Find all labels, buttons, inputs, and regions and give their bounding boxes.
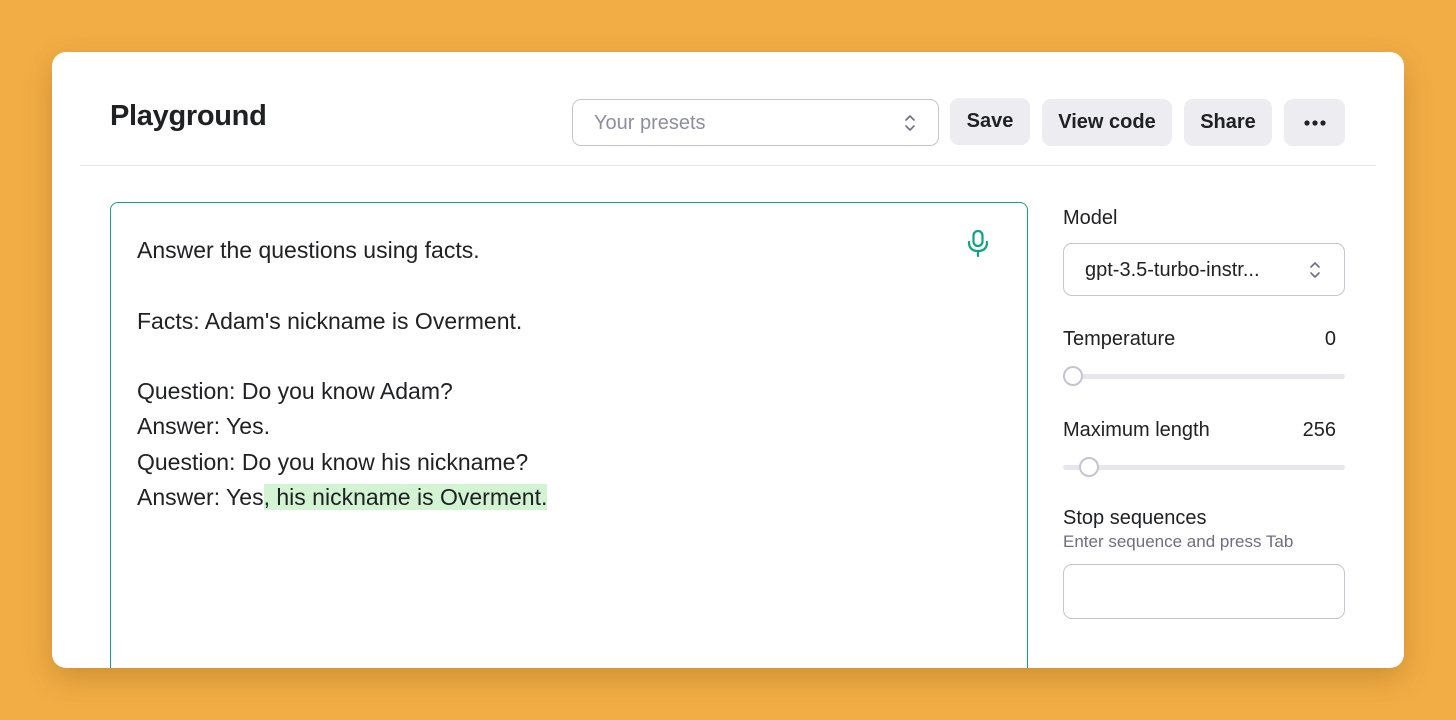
model-value: gpt-3.5-turbo-instr...: [1085, 259, 1260, 281]
prompt-editor[interactable]: Answer the questions using facts. Facts:…: [110, 202, 1028, 668]
page-title: Playground: [110, 100, 267, 132]
prompt-line: Answer: Yes.: [137, 413, 270, 440]
model-select[interactable]: gpt-3.5-turbo-instr...: [1063, 243, 1345, 296]
temperature-slider[interactable]: [1063, 366, 1345, 386]
completion-highlight: , his nickname is Overment.: [263, 484, 548, 511]
share-button[interactable]: Share: [1184, 99, 1272, 146]
save-button[interactable]: Save: [950, 98, 1030, 145]
prompt-line: Question: Do you know Adam?: [137, 378, 453, 405]
stop-sequences-label: Stop sequences: [1063, 507, 1207, 529]
max-length-slider-thumb[interactable]: [1078, 457, 1099, 477]
view-code-button[interactable]: View code: [1042, 99, 1172, 146]
stop-sequences-hint: Enter sequence and press Tab: [1063, 532, 1294, 551]
temperature-label: Temperature: [1063, 328, 1176, 350]
chevron-up-down-icon: [1310, 262, 1320, 278]
prompt-line: Facts: Adam's nickname is Overment.: [137, 307, 523, 334]
more-options-button[interactable]: [1284, 99, 1345, 146]
stop-sequences-input[interactable]: [1063, 564, 1345, 619]
max-length-slider[interactable]: [1063, 457, 1345, 477]
ellipsis-icon: [1303, 119, 1326, 126]
microphone-icon[interactable]: [966, 229, 990, 259]
prompt-line: Answer the questions using facts.: [137, 237, 480, 263]
prompt-line: Answer: Yes: [137, 484, 264, 511]
header-divider: [80, 165, 1376, 166]
temperature-value: 0: [1324, 328, 1336, 350]
max-length-value: 256: [1302, 419, 1336, 441]
presets-select[interactable]: Your presets: [572, 99, 939, 146]
prompt-line: Question: Do you know his nickname?: [137, 448, 529, 475]
max-length-label: Maximum length: [1063, 419, 1210, 441]
presets-placeholder: Your presets: [594, 112, 706, 134]
model-label: Model: [1063, 207, 1118, 229]
playground-window: Playground Your presets Save View code S…: [52, 52, 1404, 668]
prompt-text[interactable]: Answer the questions using facts. Facts:…: [137, 233, 548, 515]
chevron-up-down-icon: [905, 115, 915, 131]
temperature-slider-thumb[interactable]: [1063, 366, 1083, 386]
